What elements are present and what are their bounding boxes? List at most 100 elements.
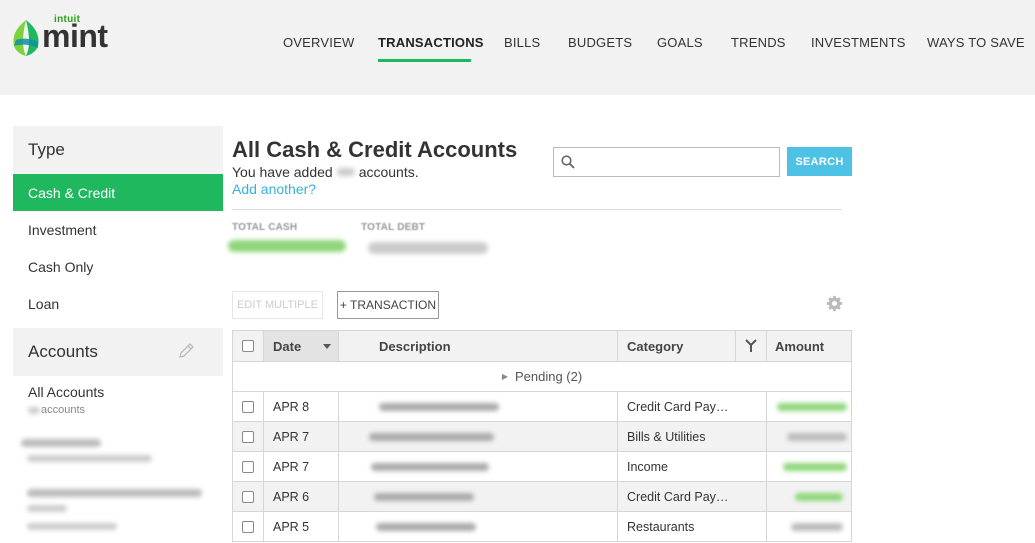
nav-bills[interactable]: BILLS — [504, 35, 540, 50]
row-description[interactable] — [339, 392, 618, 421]
row-category[interactable]: Credit Card Pay… — [618, 392, 767, 421]
table-row[interactable]: APR 7 Income — [233, 452, 851, 482]
all-accounts-sub-label: accounts — [41, 404, 86, 416]
redacted-description — [371, 462, 489, 471]
row-date: APR 7 — [264, 422, 339, 451]
account-list — [13, 431, 223, 531]
row-checkbox[interactable] — [242, 430, 254, 443]
row-description[interactable] — [339, 422, 618, 451]
total-debt-label: TOTAL DEBT — [361, 222, 426, 233]
add-transaction-button[interactable]: + TRANSACTION — [337, 291, 439, 319]
row-date: APR 5 — [264, 512, 339, 541]
header-amount[interactable]: Amount — [767, 331, 851, 361]
search-box[interactable] — [553, 147, 780, 177]
row-checkbox[interactable] — [242, 490, 254, 503]
redacted-account-detail — [27, 455, 152, 462]
header-date[interactable]: Date — [264, 331, 339, 361]
expand-triangle-icon: ▶ — [501, 372, 508, 381]
top-header: intuit mint OVERVIEW TRANSACTIONS BILLS … — [0, 0, 1035, 95]
table-row[interactable]: APR 6 Credit Card Pay… — [233, 482, 851, 512]
header-split[interactable] — [736, 331, 767, 361]
sidebar-item-cash-credit[interactable]: Cash & Credit — [13, 174, 223, 211]
row-amount — [767, 482, 851, 511]
type-heading-label: Type — [28, 140, 65, 159]
table-row[interactable]: APR 5 Restaurants — [233, 512, 851, 542]
header-divider — [232, 209, 842, 210]
sidebar-item-loan[interactable]: Loan — [13, 285, 223, 322]
row-amount — [767, 452, 851, 481]
search-input[interactable] — [580, 148, 775, 176]
nav-transactions[interactable]: TRANSACTIONS — [378, 35, 484, 50]
row-checkbox[interactable] — [242, 400, 254, 413]
row-amount — [767, 392, 851, 421]
nav-ways-to-save[interactable]: WAYS TO SAVE — [927, 35, 1025, 50]
row-select-cell — [233, 392, 264, 421]
redacted-count — [336, 168, 355, 176]
table-row[interactable]: APR 7 Bills & Utilities — [233, 422, 851, 452]
split-icon — [745, 339, 757, 352]
table-header: Date Description Category Amount — [233, 331, 851, 362]
redacted-amount — [777, 402, 847, 411]
search-button[interactable]: SEARCH — [787, 147, 852, 176]
gear-icon[interactable] — [826, 295, 843, 312]
redacted-description — [374, 492, 474, 501]
nav-active-underline — [378, 59, 471, 62]
sidebar-item-label: Cash Only — [28, 258, 94, 275]
nav-trends[interactable]: TRENDS — [731, 35, 786, 50]
accounts-heading-label: Accounts — [28, 342, 98, 361]
all-accounts-item[interactable]: All Accounts accounts — [13, 376, 223, 431]
nav-overview[interactable]: OVERVIEW — [283, 35, 354, 50]
redacted-amount — [787, 432, 847, 441]
sidebar: Type Cash & Credit Investment Cash Only … — [13, 126, 223, 543]
row-category[interactable]: Bills & Utilities — [618, 422, 767, 451]
header-description[interactable]: Description — [339, 331, 618, 361]
redacted-amount — [795, 492, 843, 501]
row-date: APR 8 — [264, 392, 339, 421]
page-title: All Cash & Credit Accounts — [232, 137, 518, 162]
nav-investments[interactable]: INVESTMENTS — [811, 35, 906, 50]
total-cash-label: TOTAL CASH — [232, 222, 298, 233]
pencil-icon[interactable] — [177, 342, 195, 360]
sidebar-item-label: Loan — [28, 295, 60, 312]
row-category[interactable]: Restaurants — [618, 512, 767, 541]
redacted-total-debt — [368, 242, 488, 254]
main-nav: OVERVIEW TRANSACTIONS BILLS BUDGETS GOAL… — [0, 35, 1035, 65]
accounts-added-text: You have added accounts. — [232, 164, 419, 180]
header-description-label: Description — [379, 338, 451, 354]
row-category[interactable]: Income — [618, 452, 767, 481]
redacted-count — [28, 406, 40, 414]
redacted-description — [369, 432, 494, 441]
redacted-account-detail — [27, 523, 117, 530]
row-description[interactable] — [339, 512, 618, 541]
row-date: APR 7 — [264, 452, 339, 481]
row-description[interactable] — [339, 482, 618, 511]
row-date: APR 6 — [264, 482, 339, 511]
row-checkbox[interactable] — [242, 520, 254, 533]
redacted-account-name[interactable] — [27, 489, 202, 497]
transactions-table: Date Description Category Amount ▶ Pendi… — [232, 330, 852, 542]
accounts-added-suffix: accounts. — [358, 164, 419, 180]
select-all-checkbox[interactable] — [242, 340, 254, 352]
nav-budgets[interactable]: BUDGETS — [568, 35, 632, 50]
row-select-cell — [233, 422, 264, 451]
redacted-account-detail — [27, 505, 67, 512]
redacted-description — [379, 402, 499, 411]
sidebar-item-cash-only[interactable]: Cash Only — [13, 248, 223, 285]
search-icon — [561, 155, 575, 169]
header-category-label: Category — [627, 338, 684, 354]
accounts-heading: Accounts — [13, 328, 223, 376]
sidebar-item-investment[interactable]: Investment — [13, 211, 223, 248]
row-amount — [767, 422, 851, 451]
row-category[interactable]: Credit Card Pay… — [618, 482, 767, 511]
pending-row[interactable]: ▶ Pending (2) — [233, 362, 851, 392]
table-row[interactable]: APR 8 Credit Card Pay… — [233, 392, 851, 422]
row-description[interactable] — [339, 452, 618, 481]
nav-goals[interactable]: GOALS — [657, 35, 703, 50]
row-checkbox[interactable] — [242, 460, 254, 473]
edit-multiple-button[interactable]: EDIT MULTIPLE — [232, 291, 323, 319]
header-category[interactable]: Category — [618, 331, 736, 361]
redacted-account-name[interactable] — [21, 439, 101, 447]
row-select-cell — [233, 452, 264, 481]
add-another-link[interactable]: Add another? — [232, 181, 316, 197]
redacted-amount — [791, 522, 843, 531]
